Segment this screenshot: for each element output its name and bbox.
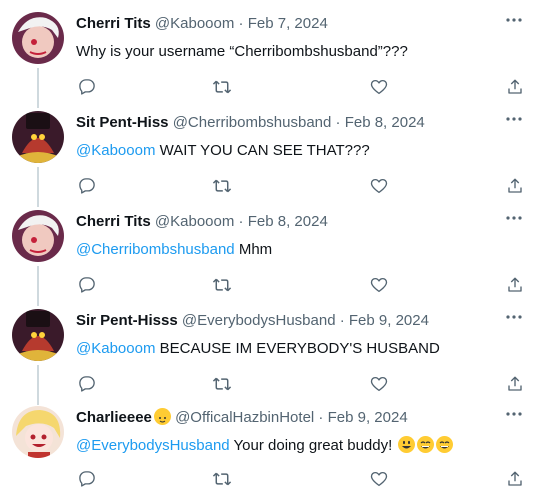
tweet-body: WAIT YOU CAN SEE THAT??? (155, 142, 370, 159)
retweet-icon[interactable] (211, 76, 233, 98)
separator-dot: · (318, 409, 324, 426)
tweet[interactable]: Cherri Tits @Kabooom · Feb 7, 2024 Why i… (0, 0, 540, 100)
more-horizontal-icon[interactable] (504, 208, 524, 228)
tweet-header: Sit Pent-Hiss @Cherribombshusband · Feb … (76, 113, 500, 133)
tweet-header: Charlieeee @OfficalHazbinHotel · Feb 9, … (76, 408, 500, 428)
user-handle[interactable]: @EverybodysHusband (182, 312, 336, 329)
tweet[interactable]: Sir Pent-Hisss @EverybodysHusband · Feb … (0, 297, 540, 397)
tweet-header: Sir Pent-Hisss @EverybodysHusband · Feb … (76, 311, 500, 331)
more-horizontal-icon[interactable] (504, 307, 524, 327)
tweet-date[interactable]: Feb 8, 2024 (248, 213, 328, 230)
smiling-cat-face-emoji (153, 408, 171, 425)
grinning-squinting-face-emoji (436, 436, 454, 453)
reply-icon[interactable] (76, 274, 98, 296)
share-icon[interactable] (504, 468, 526, 490)
more-horizontal-icon[interactable] (504, 404, 524, 424)
display-name[interactable]: Sir Pent-Hisss (76, 312, 178, 329)
like-heart-icon[interactable] (368, 468, 390, 490)
reply-icon[interactable] (76, 373, 98, 395)
tweet-body: Why is your username “Cherribombshusband… (76, 43, 408, 60)
reply-icon[interactable] (76, 468, 98, 490)
like-heart-icon[interactable] (368, 175, 390, 197)
more-horizontal-icon[interactable] (504, 10, 524, 30)
share-icon[interactable] (504, 76, 526, 98)
tweet-body: Mhm (234, 241, 273, 258)
tweet[interactable]: Sit Pent-Hiss @Cherribombshusband · Feb … (0, 99, 540, 199)
tweet-text: @Kabooom WAIT YOU CAN SEE THAT??? (76, 141, 520, 161)
user-handle[interactable]: @OfficalHazbinHotel (175, 409, 314, 426)
mention-link[interactable]: @Kabooom (76, 340, 155, 357)
user-handle[interactable]: @Kabooom (155, 15, 234, 32)
mention-link[interactable]: @Cherribombshusband (76, 241, 235, 258)
retweet-icon[interactable] (211, 468, 233, 490)
tweet-date[interactable]: Feb 7, 2024 (248, 15, 328, 32)
tweet[interactable]: Cherri Tits @Kabooom · Feb 8, 2024 @Cher… (0, 198, 540, 298)
like-heart-icon[interactable] (368, 76, 390, 98)
display-name[interactable]: Charlieeee (76, 409, 152, 426)
tweet-date[interactable]: Feb 9, 2024 (349, 312, 429, 329)
like-heart-icon[interactable] (368, 373, 390, 395)
share-icon[interactable] (504, 373, 526, 395)
more-horizontal-icon[interactable] (504, 109, 524, 129)
tweet[interactable]: Charlieeee @OfficalHazbinHotel · Feb 9, … (0, 394, 540, 502)
cherri-avatar[interactable] (12, 210, 64, 262)
like-heart-icon[interactable] (368, 274, 390, 296)
display-name[interactable]: Sit Pent-Hiss (76, 114, 169, 131)
tweet-actions (76, 175, 524, 197)
retweet-icon[interactable] (211, 373, 233, 395)
share-icon[interactable] (504, 175, 526, 197)
display-name[interactable]: Cherri Tits (76, 15, 151, 32)
tweet-actions (76, 468, 524, 490)
tweet-date[interactable]: Feb 9, 2024 (328, 409, 408, 426)
mention-link[interactable]: @Kabooom (76, 142, 155, 159)
tweet-actions (76, 76, 524, 98)
tweet-date[interactable]: Feb 8, 2024 (345, 114, 425, 131)
separator-dot: · (339, 312, 345, 329)
separator-dot: · (335, 114, 341, 131)
grinning-squinting-face-emoji (417, 436, 435, 453)
reply-icon[interactable] (76, 76, 98, 98)
separator-dot: · (238, 15, 244, 32)
tweet-body: BECAUSE IM EVERYBODY'S HUSBAND (155, 340, 440, 357)
user-handle[interactable]: @Kabooom (155, 213, 234, 230)
tweet-text: @EverybodysHusband Your doing great budd… (76, 436, 520, 456)
separator-dot: · (238, 213, 244, 230)
tweet-header: Cherri Tits @Kabooom · Feb 8, 2024 (76, 212, 500, 232)
tweet-body: Your doing great buddy! (229, 437, 393, 454)
tweet-text: @Cherribombshusband Mhm (76, 240, 520, 260)
tweet-text: Why is your username “Cherribombshusband… (76, 42, 520, 62)
retweet-icon[interactable] (211, 274, 233, 296)
reply-icon[interactable] (76, 175, 98, 197)
tweet-text: @Kabooom BECAUSE IM EVERYBODY'S HUSBAND (76, 339, 520, 359)
tweet-actions (76, 373, 524, 395)
mention-link[interactable]: @EverybodysHusband (76, 437, 230, 454)
pentious-avatar[interactable] (12, 309, 64, 361)
tweet-actions (76, 274, 524, 296)
tweet-header: Cherri Tits @Kabooom · Feb 7, 2024 (76, 14, 500, 34)
user-handle[interactable]: @Cherribombshusband (173, 114, 332, 131)
retweet-icon[interactable] (211, 175, 233, 197)
grinning-face-emoji (398, 436, 416, 453)
cherri-avatar[interactable] (12, 12, 64, 64)
display-name[interactable]: Cherri Tits (76, 213, 151, 230)
charlie-avatar[interactable] (12, 406, 64, 458)
share-icon[interactable] (504, 274, 526, 296)
pentious-avatar[interactable] (12, 111, 64, 163)
